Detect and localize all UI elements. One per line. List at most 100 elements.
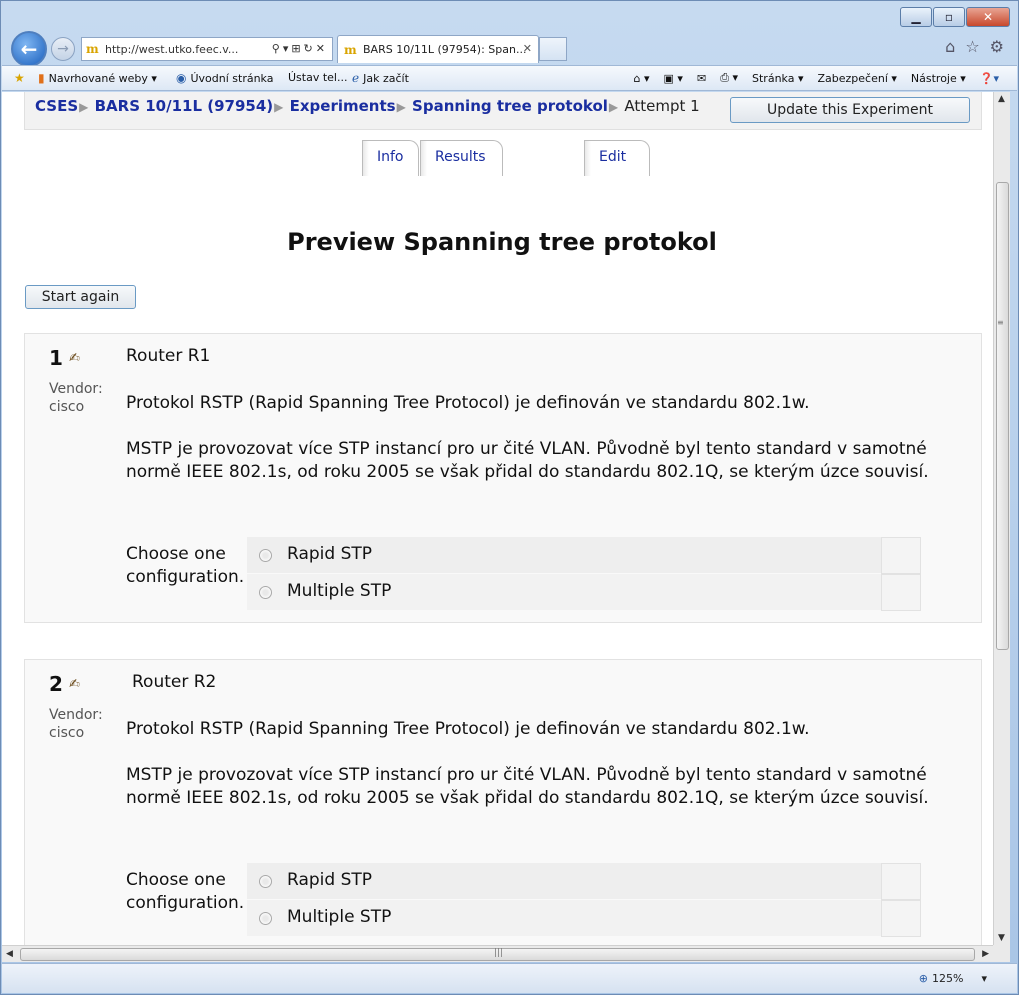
back-arrow-icon[interactable]: ← — [11, 31, 47, 67]
answer-label: Multiple STP — [287, 907, 392, 927]
answer-label: Rapid STP — [287, 870, 372, 890]
question-number: 2 — [49, 672, 63, 696]
browser-right-icons: ⌂ ☆ ⚙ — [945, 37, 1004, 56]
prompt-text: Choose one configuration. — [126, 544, 245, 587]
answer-option[interactable]: Rapid STP — [247, 537, 921, 574]
choose-prompt: Choose one configuration. — [126, 869, 246, 915]
question-vendor: Vendor: cisco — [49, 706, 103, 742]
menu-page[interactable]: Stránka ▾ — [752, 72, 803, 85]
breadcrumb-course[interactable]: BARS 10/11L (97954) — [95, 97, 274, 115]
tab-edit[interactable]: Edit — [584, 140, 650, 176]
answer-label: Multiple STP — [287, 581, 392, 601]
favorite-item-home[interactable]: ◉ Úvodní stránka — [176, 71, 273, 85]
breadcrumb-bar: CSES▶ BARS 10/11L (97954)▶ Experiments▶ … — [24, 92, 982, 130]
choose-prompt: Choose one configuration. — [126, 543, 246, 589]
favorite-item-jak-zacit[interactable]: ℯ Jak začít — [352, 71, 409, 85]
favorite-label: Navrhované weby ▾ — [48, 71, 157, 85]
answer-feedback-cell — [881, 574, 921, 611]
breadcrumb-cses[interactable]: CSES — [35, 97, 78, 115]
question-paragraph: Protokol RSTP (Rapid Spanning Tree Proto… — [126, 393, 810, 413]
favorite-item-ustav[interactable]: Ústav tel... — [288, 71, 347, 84]
breadcrumb-current: Attempt 1 — [624, 97, 700, 115]
page-title: Preview Spanning tree protokol — [287, 228, 717, 256]
scroll-right-icon[interactable]: ▶ — [982, 949, 989, 959]
answer-option[interactable]: Multiple STP — [247, 900, 921, 937]
tab-info[interactable]: Info — [362, 140, 419, 176]
mail-icon[interactable]: ✉ — [697, 72, 706, 85]
breadcrumb-experiments[interactable]: Experiments — [290, 97, 396, 115]
breadcrumb: CSES▶ BARS 10/11L (97954)▶ Experiments▶ … — [35, 97, 700, 115]
favorite-label: Jak začít — [363, 71, 409, 85]
answer-option[interactable]: Rapid STP — [247, 863, 921, 900]
browser-window: ▁ ▫ ✕ ← → m http://west.utko.feec.v... ⚲… — [0, 0, 1019, 995]
edit-question-icon[interactable]: ✍ — [69, 351, 80, 366]
question-paragraph: MSTP je provozovat více STP instancí pro… — [126, 765, 929, 808]
vendor-text: Vendor: cisco — [49, 707, 103, 741]
home-menu-icon[interactable]: ⌂ ▾ — [634, 72, 650, 85]
moodle-favicon-icon: m — [86, 42, 99, 56]
zoom-control[interactable]: ⊕ 125% ▾ — [919, 972, 987, 985]
tab-close-icon[interactable]: ✕ — [523, 42, 532, 55]
horizontal-scrollbar[interactable]: ◀ ||| ▶ — [2, 945, 993, 962]
minimize-icon[interactable]: ▁ — [900, 7, 932, 27]
menu-tools[interactable]: Nástroje ▾ — [911, 72, 966, 85]
maximize-icon[interactable]: ▫ — [933, 7, 965, 27]
menu-security[interactable]: Zabezpečení ▾ — [817, 72, 896, 85]
scrollbar-thumb[interactable] — [996, 182, 1009, 650]
question-vendor: Vendor: cisco — [49, 380, 103, 416]
tab-results[interactable]: Results — [420, 140, 503, 176]
answer-list: Rapid STP Multiple STP — [247, 863, 921, 937]
favorite-label: Ústav tel... — [288, 71, 348, 84]
edit-question-icon[interactable]: ✍ — [69, 677, 80, 692]
answer-option[interactable]: Multiple STP — [247, 574, 921, 611]
scroll-grip-icon: ≡ — [997, 318, 1004, 327]
breadcrumb-experiment[interactable]: Spanning tree protokol — [412, 97, 608, 115]
scroll-down-icon[interactable]: ▼ — [998, 933, 1005, 943]
status-bar: ⊕ 125% ▾ — [2, 963, 1017, 993]
print-icon[interactable]: ⎙ ▾ — [720, 71, 738, 85]
answer-feedback-cell — [881, 863, 921, 900]
forward-arrow-icon[interactable]: → — [51, 37, 75, 61]
question-block: 2 ✍ Vendor: cisco Router R2 Protokol RST… — [24, 659, 982, 945]
window-controls: ▁ ▫ ✕ — [900, 7, 1010, 27]
radio-button[interactable] — [259, 549, 272, 562]
favorites-bar-icon[interactable]: ★ — [14, 71, 25, 85]
radio-button[interactable] — [259, 912, 272, 925]
chevron-down-icon[interactable]: ▾ — [981, 972, 987, 985]
update-experiment-button[interactable]: Update this Experiment — [730, 97, 970, 123]
command-bar: ★ ▮ Navrhované weby ▾ ◉ Úvodní stránka Úst… — [2, 65, 1017, 91]
close-icon[interactable]: ✕ — [966, 7, 1010, 27]
question-number: 1 — [49, 346, 63, 370]
gear-icon[interactable]: ⚙ — [990, 37, 1004, 56]
page-viewport: CSES▶ BARS 10/11L (97954)▶ Experiments▶ … — [2, 92, 993, 945]
start-again-button[interactable]: Start again — [25, 285, 136, 309]
prompt-text: Choose one configuration. — [126, 870, 245, 913]
browser-tab[interactable]: m BARS 10/11L (97954): Span... ✕ — [337, 35, 539, 63]
scroll-left-icon[interactable]: ◀ — [6, 949, 13, 959]
help-icon[interactable]: ❓▾ — [980, 72, 999, 85]
favorite-item-suggested[interactable]: ▮ Navrhované weby ▾ — [38, 71, 157, 85]
question-title: Router R2 — [132, 672, 217, 692]
scrollbar-corner — [993, 945, 1010, 962]
address-bar[interactable]: m http://west.utko.feec.v... ⚲▾⊞↻✕ — [81, 37, 333, 61]
answer-feedback-cell — [881, 537, 921, 574]
answer-feedback-cell — [881, 900, 921, 937]
radio-button[interactable] — [259, 586, 272, 599]
home-icon[interactable]: ⌂ — [945, 37, 955, 56]
favorites-star-icon[interactable]: ☆ — [965, 37, 979, 56]
vertical-scrollbar[interactable]: ▲ ≡ ▼ — [993, 92, 1010, 945]
new-tab-button[interactable] — [539, 37, 567, 61]
moodle-favicon-icon: m — [344, 42, 357, 57]
radio-button[interactable] — [259, 875, 272, 888]
question-paragraph: Protokol RSTP (Rapid Spanning Tree Proto… — [126, 719, 810, 739]
feeds-icon[interactable]: ▣ ▾ — [664, 72, 683, 85]
answer-list: Rapid STP Multiple STP — [247, 537, 921, 611]
tab-title: BARS 10/11L (97954): Span... — [363, 43, 527, 56]
zoom-level: 125% — [932, 972, 964, 985]
scroll-up-icon[interactable]: ▲ — [998, 94, 1005, 104]
breadcrumb-separator-icon: ▶ — [396, 100, 406, 114]
address-tools-icon[interactable]: ⚲▾⊞↻✕ — [272, 42, 328, 55]
favorite-label: Úvodní stránka — [190, 71, 274, 85]
answer-label: Rapid STP — [287, 544, 372, 564]
breadcrumb-separator-icon: ▶ — [608, 100, 619, 114]
